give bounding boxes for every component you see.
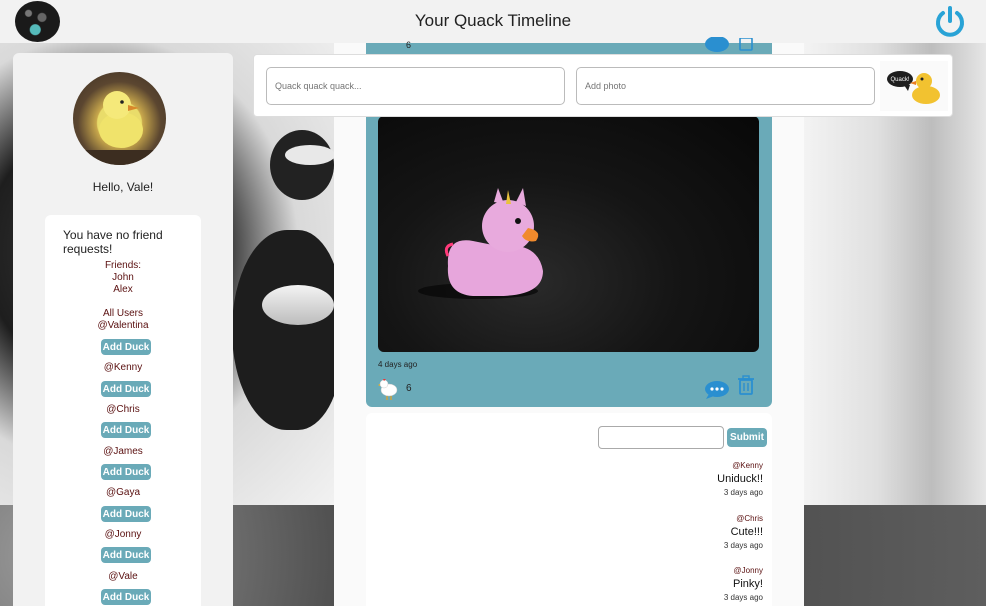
- comment-timestamp: 3 days ago: [723, 541, 763, 550]
- user-handle[interactable]: @Vale: [42, 571, 204, 582]
- duckling-icon: [73, 91, 166, 165]
- comment-author[interactable]: @Kenny: [732, 461, 763, 470]
- avatar: [73, 72, 166, 165]
- quack-post-button[interactable]: Quack!: [880, 61, 948, 111]
- add-duck-button[interactable]: Add Duck: [101, 339, 151, 355]
- bg-duck-beak-2: [262, 285, 334, 325]
- user-handle[interactable]: @Chris: [42, 404, 204, 415]
- friend-link[interactable]: Alex: [42, 284, 204, 295]
- comment-input[interactable]: [598, 426, 724, 449]
- comment-text: Cute!!!: [730, 526, 763, 538]
- friends-label: Friends:: [104, 260, 142, 271]
- all-users-label: All Users: [102, 308, 143, 319]
- submit-comment-button[interactable]: Submit: [727, 428, 767, 447]
- comment-timestamp: 3 days ago: [723, 488, 763, 497]
- quack-logo-text: Quack!: [890, 77, 909, 83]
- photo-url-input[interactable]: [576, 67, 875, 105]
- comment-timestamp: 3 days ago: [723, 593, 763, 602]
- trash-icon[interactable]: [736, 38, 756, 53]
- like-count: 6: [406, 40, 412, 50]
- bg-duck-body: [232, 230, 342, 430]
- page-title: Your Quack Timeline: [414, 11, 572, 30]
- pink-unicorn-rubber-duck-icon: [418, 188, 543, 299]
- comment-author[interactable]: @Jonny: [734, 566, 763, 575]
- add-duck-button[interactable]: Add Duck: [101, 589, 151, 605]
- quack-composer: Quack!: [253, 54, 953, 117]
- comment-icon[interactable]: [704, 37, 730, 55]
- add-duck-button[interactable]: Add Duck: [101, 547, 151, 563]
- quack-duck-icon: Quack!: [887, 71, 940, 104]
- friend-requests-status: You have no friend requests!: [63, 228, 163, 256]
- power-icon[interactable]: [933, 4, 967, 38]
- user-handle[interactable]: @Valentina: [42, 320, 204, 331]
- comment-author[interactable]: @Chris: [736, 514, 763, 523]
- trash-icon[interactable]: [736, 375, 756, 395]
- add-duck-button[interactable]: Add Duck: [101, 506, 151, 522]
- comment-icon[interactable]: [704, 380, 730, 400]
- user-handle[interactable]: @James: [42, 446, 204, 457]
- add-duck-button[interactable]: Add Duck: [101, 381, 151, 397]
- post-card: 4 days ago 6: [366, 100, 772, 407]
- comment-text: Uniduck!!: [717, 473, 763, 485]
- bg-duck-head: [270, 130, 334, 200]
- like-count: 6: [406, 383, 412, 394]
- comments-panel: Submit @Kenny Uniduck!! 3 days ago @Chri…: [366, 413, 772, 606]
- post-timestamp: 4 days ago: [378, 360, 418, 369]
- top-bar: Your Quack Timeline: [0, 0, 986, 43]
- profile-sidebar: Hello, Vale! You have no friend requests…: [13, 53, 233, 606]
- quack-input[interactable]: [266, 67, 565, 105]
- add-duck-button[interactable]: Add Duck: [101, 422, 151, 438]
- user-handle[interactable]: @Gaya: [42, 487, 204, 498]
- bg-duck-beak: [285, 145, 335, 165]
- user-handle[interactable]: @Jonny: [42, 529, 204, 540]
- comment-text: Pinky!: [733, 578, 763, 590]
- user-handle[interactable]: @Kenny: [42, 362, 204, 373]
- friends-card: You have no friend requests! Friends: Jo…: [45, 215, 201, 606]
- chicken-like-icon[interactable]: [378, 376, 400, 400]
- greeting: Hello, Vale!: [92, 180, 154, 194]
- add-duck-button[interactable]: Add Duck: [101, 464, 151, 480]
- post-photo[interactable]: [378, 116, 759, 352]
- friend-link[interactable]: John: [42, 272, 204, 283]
